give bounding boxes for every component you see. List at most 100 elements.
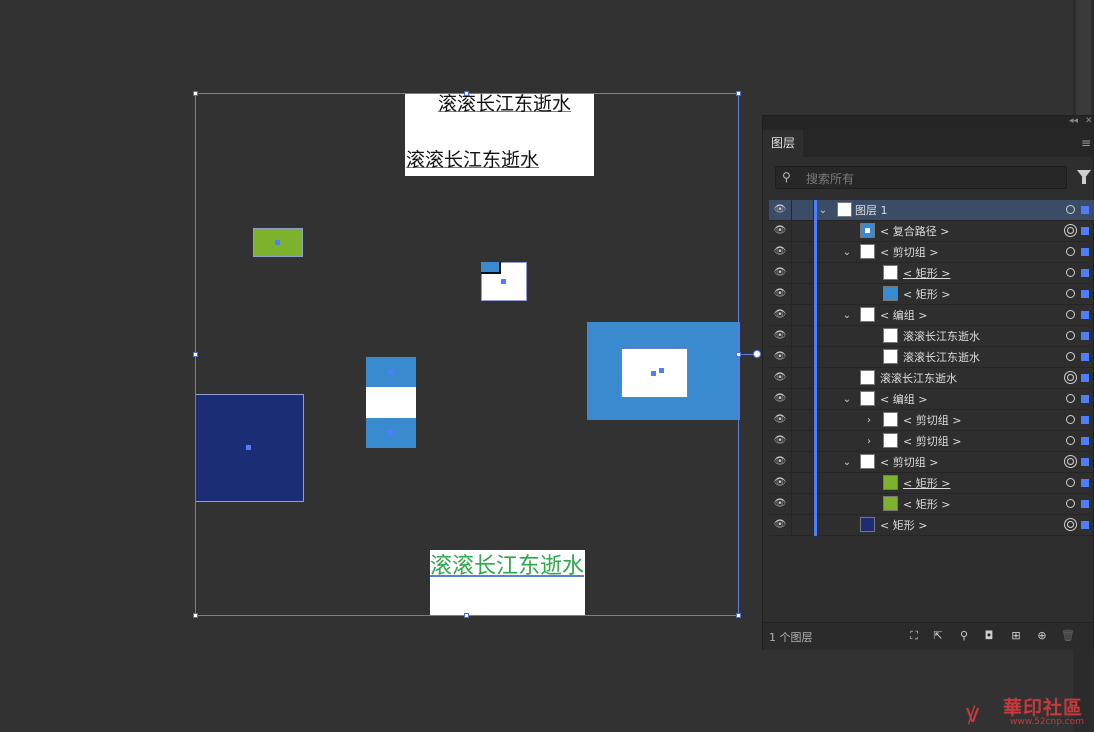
lock-column[interactable] (791, 515, 792, 536)
layer-label[interactable]: < 矩形 > (903, 473, 950, 494)
target-circle-icon[interactable] (1067, 374, 1074, 381)
selection-square-icon[interactable] (1081, 500, 1089, 508)
scrollbar-thumb[interactable] (1076, 0, 1091, 115)
chevron-down-icon[interactable]: ⌄ (841, 389, 853, 410)
selection-square-icon[interactable] (1081, 227, 1089, 235)
visibility-eye-icon[interactable]: 👁 (773, 477, 787, 489)
selection-square-icon[interactable] (1081, 311, 1089, 319)
chevron-down-icon[interactable]: ⌄ (841, 452, 853, 473)
layer-label[interactable]: < 矩形 > (903, 494, 950, 515)
lock-column[interactable] (791, 368, 792, 389)
target-circle-icon[interactable] (1067, 227, 1074, 234)
target-circle-icon[interactable] (1066, 352, 1075, 361)
panel-title-bar[interactable]: ◂◂ ✕ (763, 116, 1094, 130)
target-circle-icon[interactable] (1066, 415, 1075, 424)
layer-label[interactable]: 滚滚长江东逝水 (903, 347, 980, 368)
lock-column[interactable] (791, 389, 792, 410)
visibility-eye-icon[interactable]: 👁 (773, 351, 787, 363)
visibility-eye-icon[interactable]: 👁 (773, 372, 787, 384)
target-circle-icon[interactable] (1066, 247, 1075, 256)
panel-menu-icon[interactable]: ≡ (1081, 136, 1091, 150)
lock-column[interactable] (791, 452, 792, 473)
layer-row[interactable]: 👁 < 矩形 > (769, 473, 1094, 494)
close-icon[interactable]: ✕ (1085, 116, 1093, 126)
lock-column[interactable] (791, 284, 792, 305)
selection-square-icon[interactable] (1081, 290, 1089, 298)
visibility-eye-icon[interactable]: 👁 (773, 267, 787, 279)
lock-column[interactable] (791, 410, 792, 431)
chevron-down-icon[interactable]: ⌄ (841, 305, 853, 326)
trash-icon[interactable]: 🗑 (1061, 630, 1075, 642)
visibility-eye-icon[interactable]: 👁 (773, 414, 787, 426)
selection-square-icon[interactable] (1081, 437, 1089, 445)
visibility-eye-icon[interactable]: 👁 (773, 498, 787, 510)
lock-column[interactable] (791, 326, 792, 347)
layer-label[interactable]: 滚滚长江东逝水 (880, 368, 957, 389)
lock-column[interactable] (791, 305, 792, 326)
selection-square-icon[interactable] (1081, 395, 1089, 403)
layer-label[interactable]: < 剪切组 > (880, 452, 938, 473)
chevron-right-icon[interactable]: › (863, 410, 875, 431)
target-circle-icon[interactable] (1066, 436, 1075, 445)
layer-label[interactable]: 图层 1 (855, 200, 888, 221)
target-circle-icon[interactable] (1066, 205, 1075, 214)
target-circle-icon[interactable] (1067, 458, 1074, 465)
layer-row[interactable]: 👁 › < 剪切组 > (769, 431, 1094, 452)
layer-label[interactable]: < 剪切组 > (880, 242, 938, 263)
chevron-down-icon[interactable]: ⌄ (841, 242, 853, 263)
layer-row[interactable]: 👁 < 矩形 > (769, 494, 1094, 515)
visibility-eye-icon[interactable]: 👁 (773, 393, 787, 405)
layer-label[interactable]: 滚滚长江东逝水 (903, 326, 980, 347)
layer-label[interactable]: < 矩形 > (880, 515, 927, 536)
visibility-eye-icon[interactable]: 👁 (773, 225, 787, 237)
visibility-eye-icon[interactable]: 👁 (773, 246, 787, 258)
selection-square-icon[interactable] (1081, 248, 1089, 256)
layer-row[interactable]: 👁 ⌄ 图层 1 (769, 200, 1094, 221)
target-circle-icon[interactable] (1066, 268, 1075, 277)
layer-row[interactable]: 👁 滚滚长江东逝水 (769, 368, 1094, 389)
handle-bottom-left[interactable] (193, 613, 198, 618)
lock-column[interactable] (791, 263, 792, 284)
visibility-eye-icon[interactable]: 👁 (773, 309, 787, 321)
handle-top-right[interactable] (736, 91, 741, 96)
visibility-eye-icon[interactable]: 👁 (773, 204, 787, 216)
chevron-right-icon[interactable]: › (863, 431, 875, 452)
layer-row[interactable]: 👁 ⌄ < 剪切组 > (769, 452, 1094, 473)
selection-square-icon[interactable] (1081, 206, 1089, 214)
handle-bottom-center[interactable] (464, 613, 469, 618)
new-sublayer-icon[interactable]: ⊞ (1008, 630, 1024, 642)
selection-square-icon[interactable] (1081, 332, 1089, 340)
target-circle-icon[interactable] (1066, 289, 1075, 298)
rotation-handle[interactable] (753, 350, 761, 358)
layer-label[interactable]: < 复合路径 > (880, 221, 949, 242)
collect-export-icon[interactable]: ⛶ (908, 630, 920, 642)
handle-top-center[interactable] (464, 91, 469, 96)
visibility-eye-icon[interactable]: 👁 (773, 519, 787, 531)
selection-square-icon[interactable] (1081, 479, 1089, 487)
layer-row[interactable]: 👁 ⌄ < 剪切组 > (769, 242, 1094, 263)
export-icon[interactable]: ⇱ (932, 630, 944, 642)
layer-label[interactable]: < 剪切组 > (903, 431, 961, 452)
visibility-eye-icon[interactable]: 👁 (773, 288, 787, 300)
target-circle-icon[interactable] (1066, 310, 1075, 319)
new-layer-icon[interactable]: ⊕ (1036, 630, 1048, 642)
selection-square-icon[interactable] (1081, 269, 1089, 277)
layer-label[interactable]: < 编组 > (880, 389, 927, 410)
layer-row[interactable]: 👁 ⌄ < 编组 > (769, 389, 1094, 410)
lock-column[interactable] (791, 347, 792, 368)
search-input[interactable] (804, 167, 1058, 190)
clipping-mask-icon[interactable]: ◘ (983, 630, 995, 642)
lock-column[interactable] (791, 200, 792, 221)
target-circle-icon[interactable] (1066, 478, 1075, 487)
lock-column[interactable] (791, 473, 792, 494)
target-circle-icon[interactable] (1066, 394, 1075, 403)
layer-row[interactable]: 👁 < 矩形 > (769, 263, 1094, 284)
layer-row[interactable]: 👁 ⌄ < 编组 > (769, 305, 1094, 326)
layer-label[interactable]: < 矩形 > (903, 263, 950, 284)
selection-bounding-box[interactable] (195, 93, 739, 616)
target-circle-icon[interactable] (1067, 521, 1074, 528)
target-circle-icon[interactable] (1066, 331, 1075, 340)
layer-row[interactable]: 👁 › < 剪切组 > (769, 410, 1094, 431)
layer-label[interactable]: < 编组 > (880, 305, 927, 326)
layer-row[interactable]: 👁 < 矩形 > (769, 284, 1094, 305)
